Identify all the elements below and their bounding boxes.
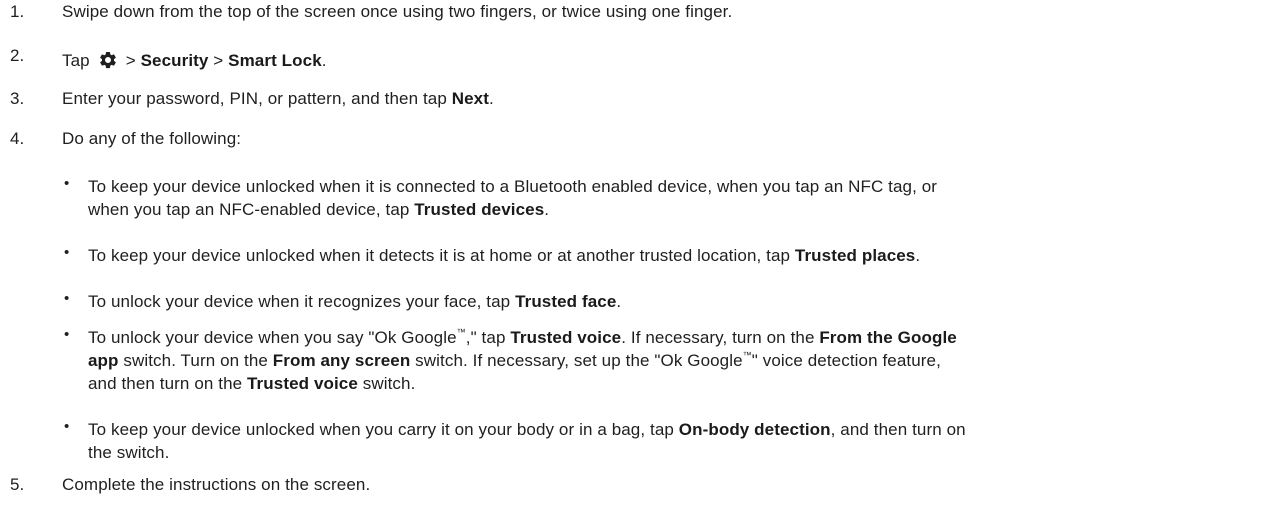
trusted-devices-label: Trusted devices [414, 200, 545, 219]
text-line: the switch. [88, 443, 170, 462]
separator: > [213, 51, 224, 70]
text-line: app switch. Turn on the From any screen … [88, 349, 1258, 372]
list-item-text: To unlock your device when you say "Ok G… [88, 326, 1258, 395]
list-item-text: To unlock your device when it recognizes… [88, 290, 1258, 313]
from-any-screen-label: From any screen [272, 351, 411, 370]
text: To keep your device unlocked when it det… [88, 246, 791, 265]
from-google-app-label: From the Google [819, 328, 957, 347]
punctuation: . [321, 51, 327, 70]
step-number: 5. [10, 475, 25, 494]
text: To keep your device unlocked when you ca… [88, 420, 674, 439]
trusted-places-label: Trusted places [794, 246, 916, 265]
text: To unlock your device when you say "Ok G… [88, 328, 457, 347]
smart-lock-label: Smart Lock [228, 51, 322, 70]
punctuation: . [915, 246, 921, 265]
step-text: Complete the instructions on the screen. [62, 475, 371, 494]
trusted-voice-label: Trusted voice [247, 374, 358, 393]
text: , and then turn on [830, 420, 966, 439]
next-label: Next [451, 89, 489, 108]
text-line: To unlock your device when it recognizes… [88, 290, 1258, 313]
text: when you tap an NFC-enabled device, tap [88, 200, 410, 219]
separator: > [125, 51, 136, 70]
text-line: To keep your device unlocked when you ca… [88, 418, 1258, 441]
text: " voice detection feature, [751, 351, 941, 370]
security-label: Security [140, 51, 209, 70]
punctuation: . [544, 200, 550, 219]
text: switch. Turn on the [123, 351, 268, 370]
list-item-text: To keep your device unlocked when it is … [88, 175, 1258, 221]
step-text: Swipe down from the top of the screen on… [62, 2, 733, 21]
text: . If necessary, turn on the [621, 328, 815, 347]
step-text-tap: Tap [62, 51, 90, 70]
list-item-text: To keep your device unlocked when it det… [88, 244, 1258, 267]
app-label: app [88, 351, 119, 370]
trusted-voice-label: Trusted voice [510, 328, 622, 347]
bullet-mark: • [64, 290, 70, 307]
list-item-text: To keep your device unlocked when you ca… [88, 418, 1258, 464]
bullet-mark: • [64, 418, 70, 435]
bullet-mark: • [64, 244, 70, 261]
text: switch. If necessary, set up the "Ok Goo… [415, 351, 743, 370]
step-number: 3. [10, 89, 25, 108]
step-number: 1. [10, 2, 25, 21]
trusted-face-label: Trusted face [515, 292, 617, 311]
text: switch. [362, 374, 416, 393]
text: and then turn on the [88, 374, 243, 393]
trademark-symbol: ™ [456, 327, 466, 337]
punctuation: . [488, 89, 494, 108]
step-text: Tap > Security > Smart Lock. [62, 50, 327, 71]
trademark-symbol: ™ [742, 350, 752, 360]
text: To unlock your device when it recognizes… [88, 292, 511, 311]
step-text-main: Enter your password, PIN, or pattern, an… [62, 89, 447, 108]
punctuation: . [616, 292, 622, 311]
instructions-page: 1. Swipe down from the top of the screen… [0, 0, 1269, 505]
bullet-mark: • [64, 175, 70, 192]
text-line: To keep your device unlocked when it is … [88, 177, 938, 196]
text-line: To keep your device unlocked when it det… [88, 244, 1258, 267]
step-number: 2. [10, 46, 25, 65]
step-number: 4. [10, 129, 25, 148]
on-body-detection-label: On-body detection [678, 420, 831, 439]
step-text: Enter your password, PIN, or pattern, an… [62, 89, 494, 109]
text-line: and then turn on the Trusted voice switc… [88, 372, 1258, 395]
step-text: Do any of the following: [62, 129, 242, 148]
bullet-mark: • [64, 326, 70, 343]
text-line: To unlock your device when you say "Ok G… [88, 326, 1258, 349]
text-line: when you tap an NFC-enabled device, tap … [88, 198, 1258, 221]
settings-gear-icon [98, 50, 118, 70]
text: ," tap [465, 328, 506, 347]
